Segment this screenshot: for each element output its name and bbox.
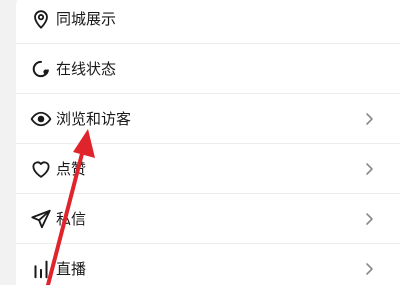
menu-item-online-status[interactable]: 在线状态 — [16, 44, 400, 94]
screen: 同城展示 在线状态 浏览和访客 点赞 私信 直播 — [0, 0, 400, 285]
chevron-right-icon — [364, 212, 374, 226]
menu-item-views-and-visitors[interactable]: 浏览和访客 — [16, 94, 400, 144]
online-status-icon — [30, 58, 52, 80]
eye-icon — [30, 108, 52, 130]
chevron-right-icon — [364, 112, 374, 126]
menu-item-label: 在线状态 — [56, 60, 117, 78]
settings-menu: 同城展示 在线状态 浏览和访客 点赞 私信 直播 — [16, 0, 400, 285]
menu-item-live[interactable]: 直播 — [16, 244, 400, 285]
menu-item-likes[interactable]: 点赞 — [16, 144, 400, 194]
menu-item-label: 直播 — [56, 260, 87, 278]
menu-item-nearby-display[interactable]: 同城展示 — [16, 0, 400, 44]
chevron-right-icon — [364, 162, 374, 176]
chevron-right-icon — [364, 262, 374, 276]
live-bars-icon — [30, 258, 52, 280]
location-pin-icon — [30, 8, 52, 30]
menu-item-label: 同城展示 — [56, 10, 117, 28]
menu-item-direct-messages[interactable]: 私信 — [16, 194, 400, 244]
heart-icon — [30, 158, 52, 180]
menu-item-label: 点赞 — [56, 160, 87, 178]
menu-item-label: 浏览和访客 — [56, 110, 132, 128]
menu-item-label: 私信 — [56, 210, 87, 228]
send-icon — [30, 208, 52, 230]
